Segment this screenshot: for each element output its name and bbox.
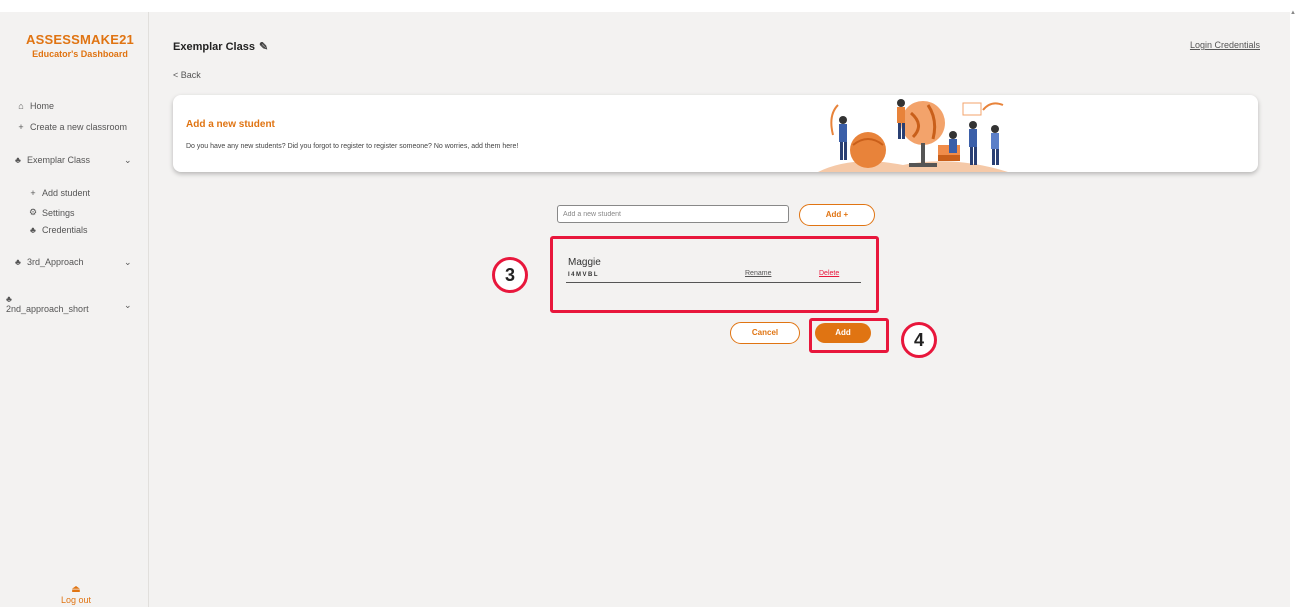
chevron-down-icon[interactable]: ⌄	[124, 257, 132, 268]
home-icon: ⌂	[18, 101, 24, 111]
brand: ASSESSMAKE21 Educator's Dashboard	[15, 32, 145, 59]
sidebar-item-settings[interactable]: ⚙ Settings	[28, 207, 75, 218]
sidebar-item-exemplar-class[interactable]: ♣ Exemplar Class	[13, 155, 90, 165]
sidebar-item-label: Credentials	[42, 225, 88, 235]
group-icon: ♣	[6, 294, 12, 304]
brand-subtitle: Educator's Dashboard	[32, 49, 128, 59]
sidebar: ASSESSMAKE21 Educator's Dashboard ⌂ Home…	[0, 12, 149, 607]
add-student-banner: Add a new student Do you have any new st…	[173, 95, 1258, 172]
step-3-badge: 3	[492, 257, 528, 293]
delete-link[interactable]: Delete	[819, 270, 839, 277]
app-window: ASSESSMAKE21 Educator's Dashboard ⌂ Home…	[0, 12, 1290, 607]
back-link[interactable]: < Back	[173, 70, 201, 80]
logout-button[interactable]: ⏏ Log out	[56, 584, 96, 606]
rename-link[interactable]: Rename	[745, 270, 771, 277]
main-content: Exemplar Class ✎ < Back Login Credential…	[149, 12, 1290, 607]
sidebar-item-create-classroom[interactable]: + Create a new classroom	[16, 122, 127, 132]
login-credentials-link[interactable]: Login Credentials	[1190, 40, 1260, 50]
gear-icon: ⚙	[28, 207, 38, 217]
sidebar-item-label: Add student	[42, 188, 91, 198]
sidebar-item-credentials[interactable]: ♣ Credentials	[28, 225, 88, 235]
group-icon: ♣	[15, 155, 21, 165]
banner-description: Do you have any new students? Did you fo…	[186, 143, 519, 150]
page-title: Exemplar Class ✎	[173, 40, 268, 54]
chevron-down-icon[interactable]: ⌄	[124, 155, 132, 166]
plus-icon: +	[30, 188, 36, 198]
student-name: Maggie	[568, 257, 601, 268]
sidebar-item-label: Exemplar Class	[27, 155, 91, 165]
scrollbar[interactable]: ▲	[1290, 0, 1297, 607]
student-code: I4MVBL	[568, 272, 600, 278]
sidebar-item-label: Home	[30, 101, 55, 111]
class-title-text: Exemplar Class	[173, 40, 255, 53]
group-icon: ♣	[15, 257, 21, 267]
chevron-down-icon[interactable]: ⌄	[124, 300, 132, 311]
scroll-up-icon[interactable]: ▲	[1290, 10, 1296, 16]
plus-icon: +	[18, 122, 24, 132]
logout-label: Log out	[60, 595, 92, 605]
student-divider	[566, 282, 861, 283]
sidebar-item-label: 3rd_Approach	[27, 257, 84, 267]
brand-title: ASSESSMAKE21	[26, 32, 134, 47]
sidebar-item-3rd-approach[interactable]: ♣ 3rd_Approach	[13, 257, 84, 267]
banner-title: Add a new student	[186, 119, 275, 130]
sidebar-item-2nd-approach-short[interactable]: ♣ 2nd_approach_short	[6, 294, 89, 314]
add-button[interactable]: Add	[815, 323, 871, 343]
sidebar-item-add-student[interactable]: + Add student	[28, 188, 90, 198]
sidebar-item-home[interactable]: ⌂ Home	[16, 101, 54, 111]
add-plus-button[interactable]: Add +	[799, 204, 875, 226]
sidebar-item-label: Create a new classroom	[30, 122, 128, 132]
pencil-icon[interactable]: ✎	[259, 40, 268, 53]
students-illustration	[818, 99, 1008, 172]
logout-icon: ⏏	[71, 584, 81, 595]
step-4-badge: 4	[901, 322, 937, 358]
sidebar-item-label: Settings	[42, 207, 75, 218]
new-student-input[interactable]	[557, 205, 789, 223]
group-icon: ♣	[30, 225, 36, 235]
cancel-button[interactable]: Cancel	[730, 322, 800, 344]
sidebar-item-label: 2nd_approach_short	[6, 304, 89, 314]
